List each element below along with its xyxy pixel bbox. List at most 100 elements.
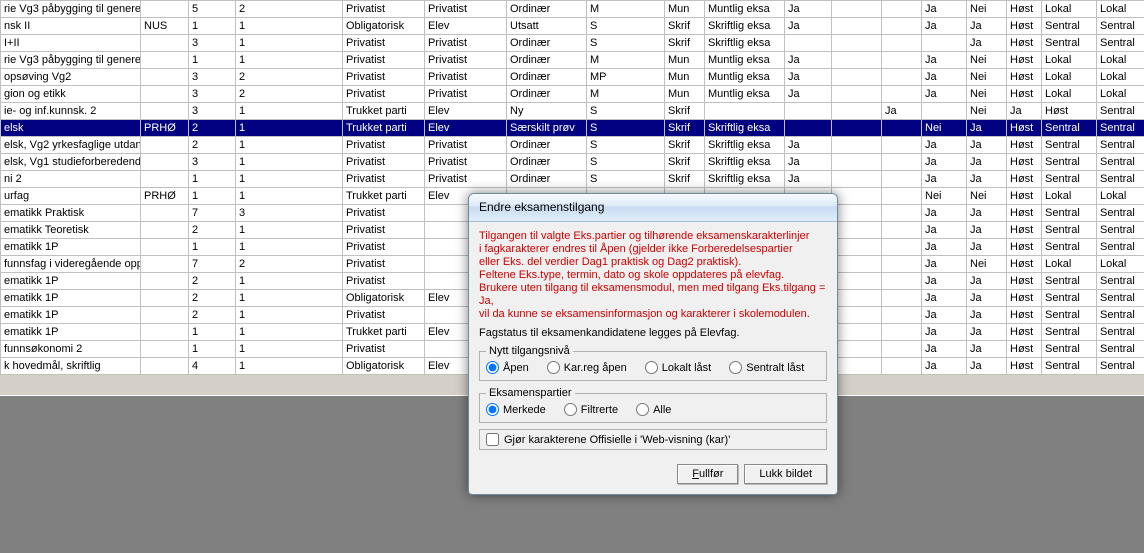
table-row[interactable]: nsk IINUS11ObligatoriskElevUtsattSSkrifS… <box>1 18 1144 35</box>
cell: 2 <box>189 120 236 137</box>
table-row[interactable]: opsøving Vg232PrivatistPrivatistOrdinærM… <box>1 69 1144 86</box>
cell: 1 <box>236 52 343 69</box>
cell: Nei <box>967 188 1007 205</box>
cell: Ja <box>922 273 967 290</box>
cell: Ordinær <box>507 154 587 171</box>
cell: PRHØ <box>141 188 189 205</box>
cell: Ja <box>922 154 967 171</box>
table-row[interactable]: gion og etikk32PrivatistPrivatistOrdinær… <box>1 86 1144 103</box>
cell: Ja <box>922 137 967 154</box>
radio-option[interactable]: Åpen <box>486 361 529 374</box>
cell: 3 <box>189 35 236 52</box>
cell: Privatist <box>425 52 507 69</box>
cell: Høst <box>1007 35 1042 52</box>
cell: Sentral <box>1042 205 1097 222</box>
radio-option[interactable]: Alle <box>636 403 671 416</box>
radio-part-2[interactable] <box>636 403 649 416</box>
radio-part-1[interactable] <box>564 403 577 416</box>
close-button[interactable]: Lukk bildet <box>744 464 827 484</box>
cell: Muntlig eksa <box>705 52 785 69</box>
complete-button[interactable]: Fullfør <box>677 464 738 484</box>
radio-lvl-3[interactable] <box>729 361 742 374</box>
cell: rie Vg3 påbygging til generell <box>1 1 141 18</box>
cell: Privatist <box>343 35 425 52</box>
cell: M <box>587 86 665 103</box>
cell: Sentral <box>1097 290 1144 307</box>
cell: Sentral <box>1042 154 1097 171</box>
table-row[interactable]: elsk, Vg1 studieforberedende31PrivatistP… <box>1 154 1144 171</box>
radio-option[interactable]: Kar.reg åpen <box>547 361 627 374</box>
cell: PRHØ <box>141 120 189 137</box>
radio-option[interactable]: Sentralt låst <box>729 361 804 374</box>
cell: S <box>587 120 665 137</box>
cell: Lokal <box>1042 1 1097 18</box>
cell: Nei <box>922 188 967 205</box>
table-row[interactable]: rie Vg3 påbygging til generell 52Privatis… <box>1 1 1144 18</box>
cell: Ja <box>922 358 967 375</box>
table-row[interactable]: elsk, Vg2 yrkesfaglige utdann21Privatist… <box>1 137 1144 154</box>
cell <box>141 154 189 171</box>
cell <box>832 18 882 35</box>
cell: urfag <box>1 188 141 205</box>
radio-option[interactable]: Merkede <box>486 403 546 416</box>
cell: 5 <box>189 1 236 18</box>
table-row[interactable]: ie- og inf.kunnsk. 231Trukket partiElevN… <box>1 103 1144 120</box>
cell: Lokal <box>1042 86 1097 103</box>
radio-option[interactable]: Lokalt låst <box>645 361 712 374</box>
cell: opsøving Vg2 <box>1 69 141 86</box>
cell: Høst <box>1007 120 1042 137</box>
cell: Privatist <box>343 52 425 69</box>
cell <box>832 324 882 341</box>
official-checkbox-row[interactable]: Gjør karakterene Offisielle i 'Web-visni… <box>479 429 827 450</box>
radio-lvl-2[interactable] <box>645 361 658 374</box>
radio-lvl-0[interactable] <box>486 361 499 374</box>
official-checkbox[interactable] <box>486 433 499 446</box>
cell <box>832 86 882 103</box>
table-row[interactable]: I+II31PrivatistPrivatistOrdinærSSkrifSkr… <box>1 35 1144 52</box>
cell: Trukket parti <box>343 324 425 341</box>
cell: Skriftlig eksa <box>705 171 785 188</box>
cell <box>882 307 922 324</box>
cell: Høst <box>1007 256 1042 273</box>
cell <box>785 103 832 120</box>
cell: Høst <box>1007 69 1042 86</box>
cell: 2 <box>189 222 236 239</box>
cell: Ja <box>882 103 922 120</box>
radio-option[interactable]: Filtrerte <box>564 403 618 416</box>
cell: gion og etikk <box>1 86 141 103</box>
cell: Privatist <box>425 154 507 171</box>
table-row[interactable]: rie Vg3 påbygging til generell11Privatis… <box>1 52 1144 69</box>
cell: 2 <box>236 1 343 18</box>
radio-lvl-1[interactable] <box>547 361 560 374</box>
cell: Skriftlig eksa <box>705 137 785 154</box>
cell: Sentral <box>1042 307 1097 324</box>
cell: Sentral <box>1042 18 1097 35</box>
cell: S <box>587 18 665 35</box>
table-row[interactable]: ni 211PrivatistPrivatistOrdinærSSkrifSkr… <box>1 171 1144 188</box>
cell: Ja <box>922 256 967 273</box>
cell: Ja <box>785 69 832 86</box>
cell: Sentral <box>1042 341 1097 358</box>
cell: Privatist <box>343 1 425 18</box>
cell: S <box>587 154 665 171</box>
cell: Privatist <box>425 171 507 188</box>
cell: 1 <box>236 358 343 375</box>
cell: 3 <box>189 69 236 86</box>
cell <box>832 188 882 205</box>
cell: elsk, Vg2 yrkesfaglige utdann <box>1 137 141 154</box>
radio-part-0[interactable] <box>486 403 499 416</box>
cell: I+II <box>1 35 141 52</box>
cell: funnsøkonomi 2 <box>1 341 141 358</box>
cell <box>922 103 967 120</box>
cell <box>141 86 189 103</box>
cell <box>882 69 922 86</box>
cell: S <box>587 35 665 52</box>
cell: NUS <box>141 18 189 35</box>
table-row[interactable]: elskPRHØ21Trukket partiElevSærskilt prøv… <box>1 120 1144 137</box>
cell: Ja <box>967 154 1007 171</box>
cell: nsk II <box>1 18 141 35</box>
cell: Elev <box>425 103 507 120</box>
cell: Høst <box>1007 86 1042 103</box>
cell <box>141 52 189 69</box>
cell: Muntlig eksa <box>705 69 785 86</box>
